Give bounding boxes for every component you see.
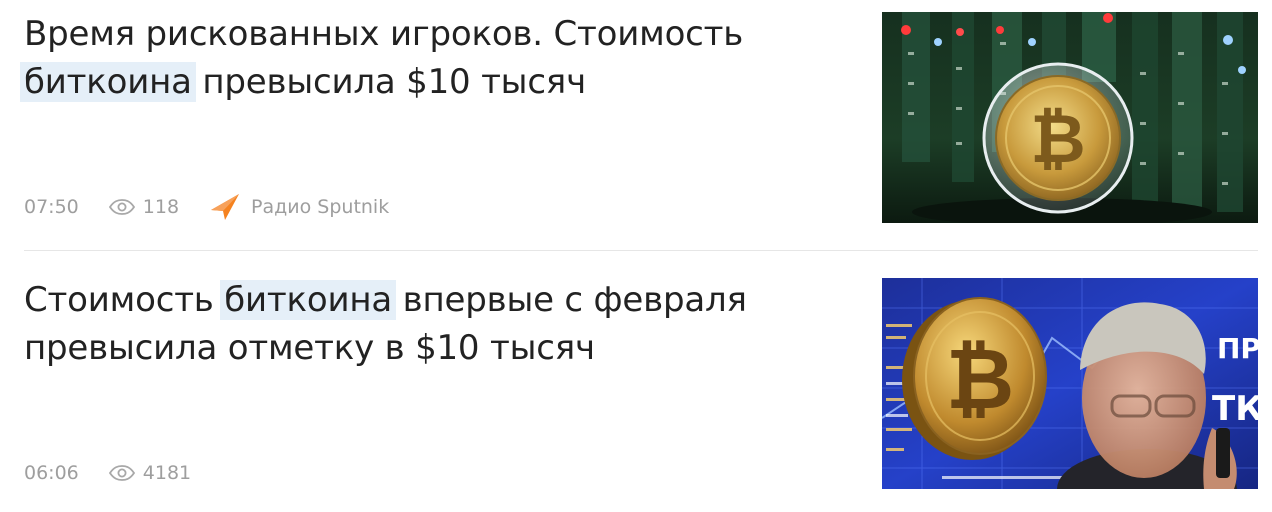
article-title[interactable]: Стоимость биткоина впервые с февраля пре…	[24, 276, 844, 372]
bitcoin-trader-image: ₿ ПР ТК	[882, 278, 1258, 489]
search-highlight: биткоина	[20, 62, 196, 102]
eye-icon	[108, 199, 135, 215]
svg-text:₿: ₿	[1030, 100, 1085, 179]
article-image[interactable]: ₿	[882, 12, 1258, 223]
title-part: Время рискованных игроков. Стоимость	[24, 14, 744, 54]
article-time: 07:50	[24, 196, 79, 218]
news-item[interactable]: Стоимость биткоина впервые с февраля пре…	[0, 266, 1272, 506]
article-source[interactable]: Радио Sputnik	[209, 192, 389, 222]
article-image[interactable]: ₿ ПР ТК	[882, 278, 1258, 489]
divider	[24, 250, 1258, 251]
bitcoin-circuit-image: ₿	[882, 12, 1258, 223]
view-count-value: 4181	[142, 462, 192, 484]
article-meta: 07:50 118 Радио Sputnik	[24, 192, 389, 222]
news-item[interactable]: Время рискованных игроков. Стоимость бит…	[0, 0, 1272, 240]
source-name: Радио Sputnik	[251, 196, 390, 218]
title-part: превысила $10 тысяч	[191, 62, 586, 102]
eye-icon	[108, 465, 135, 481]
article-meta: 06:06 4181	[24, 458, 221, 488]
view-count: 4181	[108, 462, 192, 484]
svg-text:₿: ₿	[946, 330, 1014, 428]
title-part: Стоимость	[24, 280, 225, 320]
screen-letters: ТК	[1212, 389, 1258, 429]
search-highlight: биткоина	[220, 280, 397, 320]
article-time: 06:06	[24, 462, 79, 484]
sputnik-logo-icon	[211, 194, 240, 220]
view-count: 118	[108, 196, 180, 218]
screen-letters-top: ПР	[1217, 332, 1258, 365]
article-title[interactable]: Время рискованных игроков. Стоимость бит…	[20, 10, 844, 106]
view-count-value: 118	[142, 196, 180, 218]
